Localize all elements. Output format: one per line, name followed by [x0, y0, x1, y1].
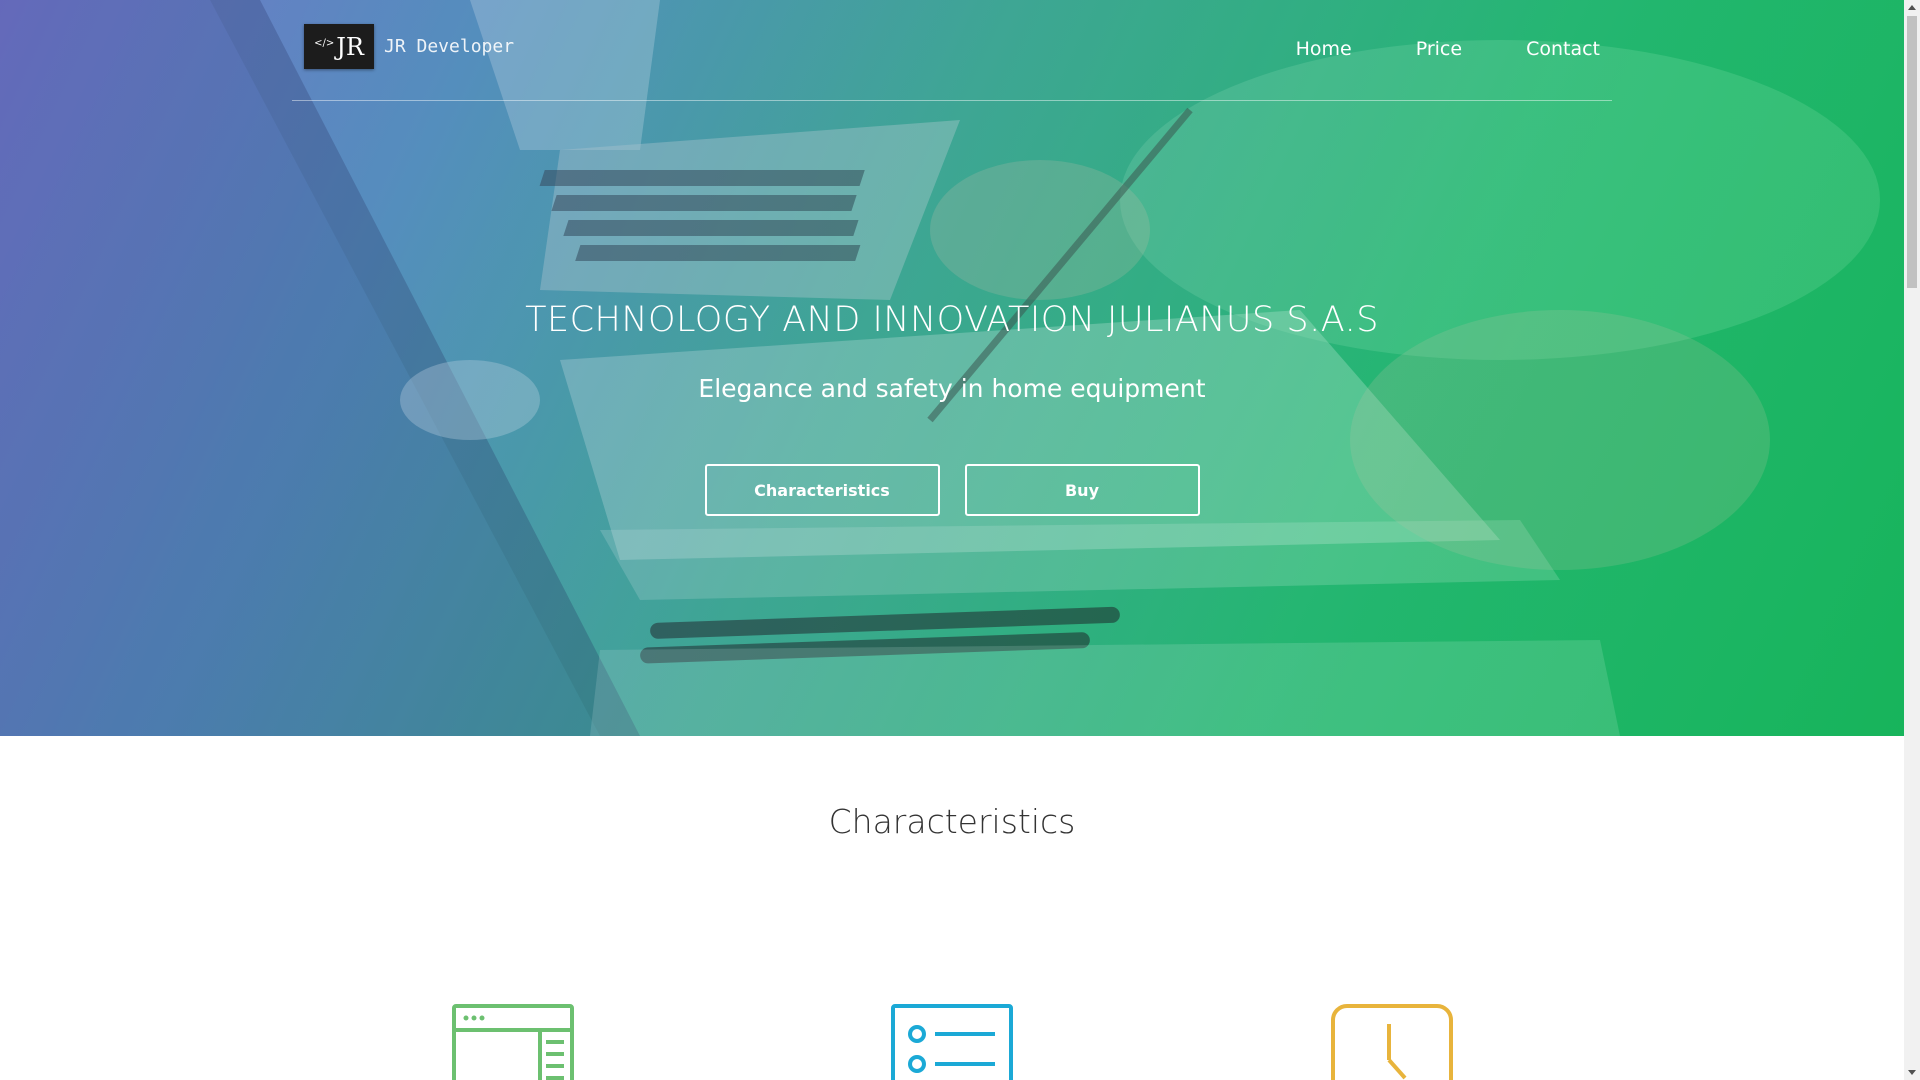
nav-link-price[interactable]: Price: [1416, 38, 1462, 60]
hero-banner: </> JR JR Developer Home Price Contact T…: [0, 0, 1904, 736]
nav-link-home[interactable]: Home: [1296, 38, 1352, 60]
top-navbar: </> JR JR Developer Home Price Contact: [292, 0, 1612, 101]
buy-button[interactable]: Buy: [964, 464, 1200, 516]
characteristics-title: Characteristics: [828, 802, 1076, 841]
brand[interactable]: </> JR JR Developer: [304, 24, 514, 69]
scroll-up-arrow-icon[interactable]: [1908, 5, 1916, 10]
browser-window-icon: [452, 1004, 574, 1080]
scroll-thumb[interactable]: [1907, 16, 1917, 288]
scroll-down-arrow-icon[interactable]: [1908, 1070, 1916, 1075]
hero-title: TECHNOLOGY AND INNOVATION JULIANUS S.A.S: [525, 300, 1379, 340]
list-icon: [891, 1004, 1013, 1080]
nav-menu: Home Price Contact: [1296, 38, 1600, 60]
characteristics-button[interactable]: Characteristics: [704, 464, 940, 516]
clock-icon: [1331, 1004, 1453, 1080]
hero-subtitle: Elegance and safety in home equipment: [698, 374, 1206, 403]
logo-text: JR: [336, 32, 364, 61]
nav-link-contact[interactable]: Contact: [1526, 38, 1600, 60]
vertical-scrollbar[interactable]: [1904, 0, 1920, 1080]
logo-code-tag: </>: [314, 38, 335, 49]
hero-buttons: Characteristics Buy: [0, 464, 1904, 516]
hero-gradient-overlay: [0, 0, 1904, 736]
logo[interactable]: </> JR: [304, 24, 374, 69]
brand-name[interactable]: JR Developer: [384, 36, 514, 57]
